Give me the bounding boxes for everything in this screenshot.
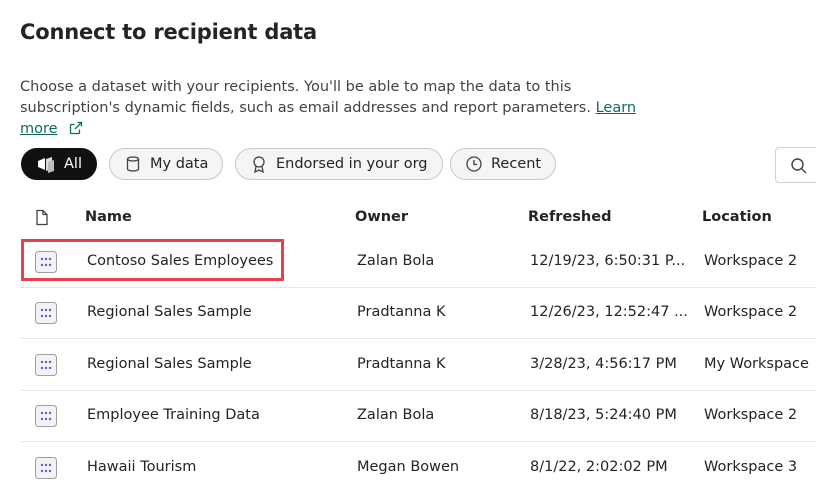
filter-recent[interactable]: Recent — [450, 148, 557, 180]
dataset-icon — [35, 354, 57, 376]
column-owner[interactable]: Owner — [355, 209, 408, 225]
table-row[interactable]: Contoso Sales Employees Zalan Bola 12/19… — [20, 237, 816, 288]
dataset-icon — [35, 302, 57, 324]
row-refreshed: 8/1/22, 2:02:02 PM — [530, 459, 668, 475]
row-location: My Workspace — [704, 356, 809, 372]
filter-endorsed-label: Endorsed in your org — [276, 156, 428, 172]
row-owner: Megan Bowen — [357, 459, 460, 475]
clock-icon — [466, 156, 482, 172]
endorsed-badge-icon — [253, 156, 265, 173]
search-input[interactable] — [775, 147, 816, 183]
row-name: Regional Sales Sample — [87, 304, 252, 320]
table-row[interactable]: Regional Sales Sample Pradtanna K 12/26/… — [20, 288, 816, 339]
description-text: Choose a dataset with your recipients. Y… — [20, 79, 591, 116]
filter-endorsed[interactable]: Endorsed in your org — [235, 148, 443, 180]
filter-my-data[interactable]: My data — [109, 148, 224, 180]
row-name: Regional Sales Sample — [87, 356, 252, 372]
dataset-icon — [35, 457, 57, 479]
row-refreshed: 12/19/23, 6:50:31 P... — [530, 253, 686, 269]
row-name: Employee Training Data — [87, 407, 260, 423]
table-row[interactable]: Regional Sales Sample Pradtanna K 3/28/2… — [20, 340, 816, 391]
column-refreshed[interactable]: Refreshed — [528, 209, 611, 225]
table-row[interactable]: Employee Training Data Zalan Bola 8/18/2… — [20, 391, 816, 442]
description: Choose a dataset with your recipients. Y… — [20, 77, 660, 143]
column-name[interactable]: Name — [85, 209, 132, 225]
filter-my-data-label: My data — [150, 156, 209, 172]
dataset-icon — [35, 251, 57, 273]
row-location: Workspace 2 — [704, 253, 798, 269]
row-refreshed: 12/26/23, 12:52:47 ... — [530, 304, 688, 320]
row-refreshed: 8/18/23, 5:24:40 PM — [530, 407, 677, 423]
row-location: Workspace 2 — [704, 407, 798, 423]
row-location: Workspace 2 — [704, 304, 798, 320]
row-location: Workspace 3 — [704, 459, 798, 475]
row-owner: Pradtanna K — [357, 356, 446, 372]
page-title: Connect to recipient data — [20, 20, 317, 44]
row-refreshed: 3/28/23, 4:56:17 PM — [530, 356, 677, 372]
filter-recent-label: Recent — [491, 156, 542, 172]
external-link-icon[interactable] — [68, 120, 84, 143]
table-row[interactable]: Hawaii Tourism Megan Bowen 8/1/22, 2:02:… — [20, 443, 816, 494]
filter-all-label: All — [64, 156, 82, 172]
row-name: Hawaii Tourism — [87, 459, 197, 475]
filter-all[interactable]: All — [21, 148, 97, 180]
search-icon — [791, 158, 807, 174]
row-name: Contoso Sales Employees — [87, 253, 274, 269]
row-owner: Zalan Bola — [357, 407, 435, 423]
column-file-type[interactable] — [35, 209, 49, 230]
row-owner: Zalan Bola — [357, 253, 435, 269]
document-icon — [36, 209, 48, 226]
row-owner: Pradtanna K — [357, 304, 446, 320]
database-icon — [126, 156, 140, 172]
dataset-icon — [35, 405, 57, 427]
all-items-icon — [38, 157, 54, 173]
column-location[interactable]: Location — [702, 209, 772, 225]
